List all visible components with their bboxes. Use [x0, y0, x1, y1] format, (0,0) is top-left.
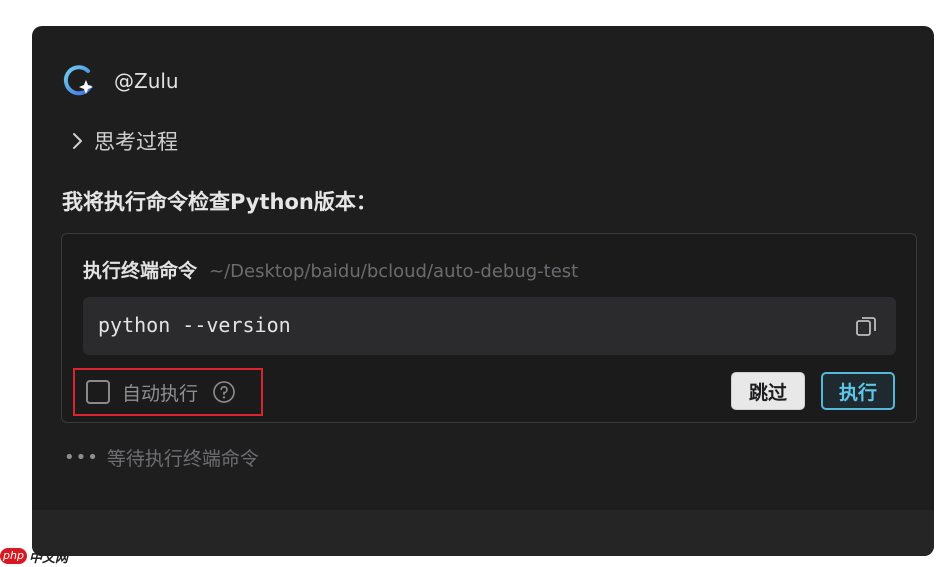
run-button[interactable]: 执行	[821, 372, 895, 410]
status-waiting: ••• 等待执行终端命令	[64, 444, 259, 471]
command-header: 执行终端命令 ~/Desktop/baidu/bcloud/auto-debug…	[83, 256, 578, 283]
chevron-right-icon	[66, 130, 88, 152]
watermark-badge: php	[0, 548, 27, 564]
loading-dots-icon: •••	[64, 447, 99, 468]
zulu-logo-icon	[62, 63, 98, 99]
terminal-command-card: 执行终端命令 ~/Desktop/baidu/bcloud/auto-debug…	[61, 233, 917, 423]
watermark-text: 中文网	[28, 550, 68, 566]
chat-panel: @Zulu 思考过程 我将执行命令检查Python版本： 执行终端命令 ~/De…	[32, 26, 934, 556]
skip-button[interactable]: 跳过	[731, 372, 805, 410]
thinking-label: 思考过程	[94, 130, 178, 154]
agent-name: @Zulu	[114, 69, 179, 93]
thinking-toggle[interactable]: 思考过程	[66, 126, 178, 156]
agent-header: @Zulu	[62, 64, 179, 98]
copy-icon[interactable]	[854, 314, 878, 338]
panel-footer	[32, 510, 934, 556]
help-circle-icon[interactable]	[212, 380, 236, 404]
auto-execute-checkbox[interactable]	[86, 380, 110, 404]
command-title: 执行终端命令	[83, 260, 198, 282]
status-text: 等待执行终端命令	[106, 448, 259, 470]
command-code-box: python --version	[83, 297, 896, 355]
watermark: php 中文网	[0, 546, 68, 566]
command-path: ~/Desktop/baidu/bcloud/auto-debug-test	[209, 261, 579, 282]
command-code: python --version	[98, 313, 291, 337]
assistant-message: 我将执行命令检查Python版本：	[62, 190, 377, 214]
auto-execute-label: 自动执行	[122, 382, 199, 405]
auto-execute-option: 自动执行	[73, 368, 263, 416]
